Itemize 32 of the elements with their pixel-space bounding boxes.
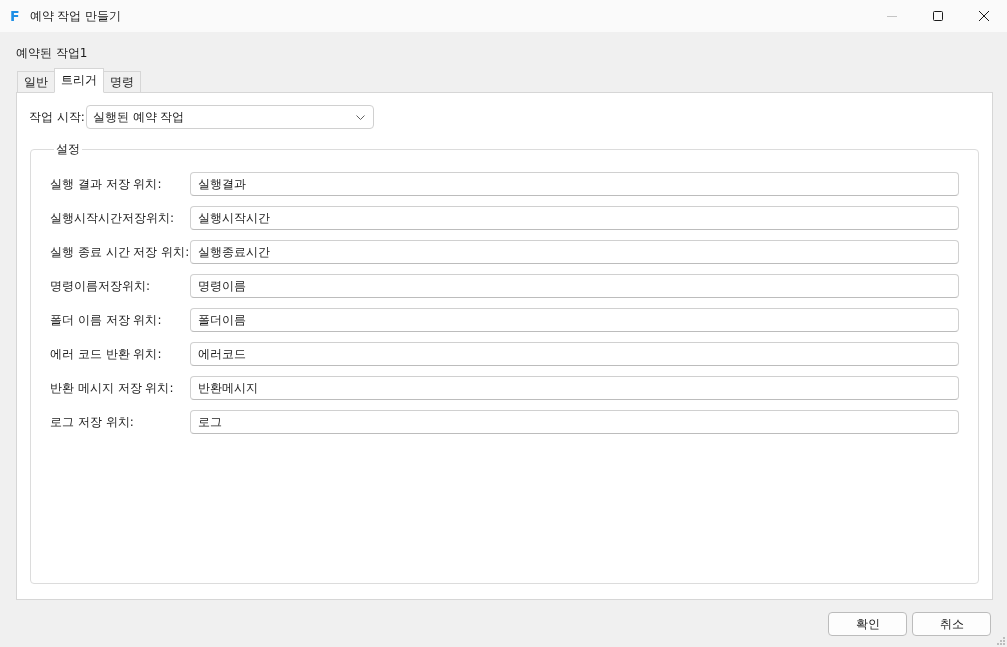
- input-field[interactable]: 반환메시지: [190, 376, 959, 400]
- input-field[interactable]: 명령이름: [190, 274, 959, 298]
- resize-grip-icon[interactable]: [995, 635, 1005, 645]
- minimize-icon: [887, 15, 897, 17]
- tab[interactable]: 일반: [17, 71, 55, 93]
- input-field[interactable]: 실행시작시간: [190, 206, 959, 230]
- input-field[interactable]: 에러코드: [190, 342, 959, 366]
- field-label: 실행 결과 저장 위치:: [50, 176, 163, 192]
- field-label: 로그 저장 위치:: [50, 414, 135, 430]
- field-label: 실행시작시간저장위치:: [50, 210, 176, 226]
- input-field[interactable]: 로그: [190, 410, 959, 434]
- tab[interactable]: 명령: [103, 71, 141, 93]
- field-label: 에러 코드 반환 위치:: [50, 346, 163, 362]
- input-field[interactable]: 폴더이름: [190, 308, 959, 332]
- trigger-dropdown[interactable]: 실행된 예약 작업: [85, 105, 374, 129]
- app-logo: F: [10, 8, 20, 24]
- field-label: 실행 종료 시간 저장 위치:: [50, 244, 190, 260]
- dialog-button[interactable]: 확인: [828, 612, 907, 636]
- field-label: 명령이름저장위치:: [50, 278, 152, 294]
- close-icon: [979, 11, 989, 21]
- group-title: 설정: [55, 141, 81, 157]
- dialog-button[interactable]: 취소: [912, 612, 991, 636]
- input-field[interactable]: 실행결과: [190, 172, 959, 196]
- maximize-icon: [933, 11, 943, 21]
- field-label: 작업 시작:: [29, 109, 85, 125]
- field-label: 폴더 이름 저장 위치:: [50, 312, 163, 328]
- field-label: 반환 메시지 저장 위치:: [50, 380, 175, 396]
- input-field[interactable]: 실행종료시간: [190, 240, 959, 264]
- chevron-down-icon: [355, 114, 365, 120]
- tab[interactable]: 트리거: [54, 68, 104, 93]
- window-title: 예약 작업 만들기: [29, 8, 123, 24]
- task-name: 예약된 작업1: [16, 45, 88, 61]
